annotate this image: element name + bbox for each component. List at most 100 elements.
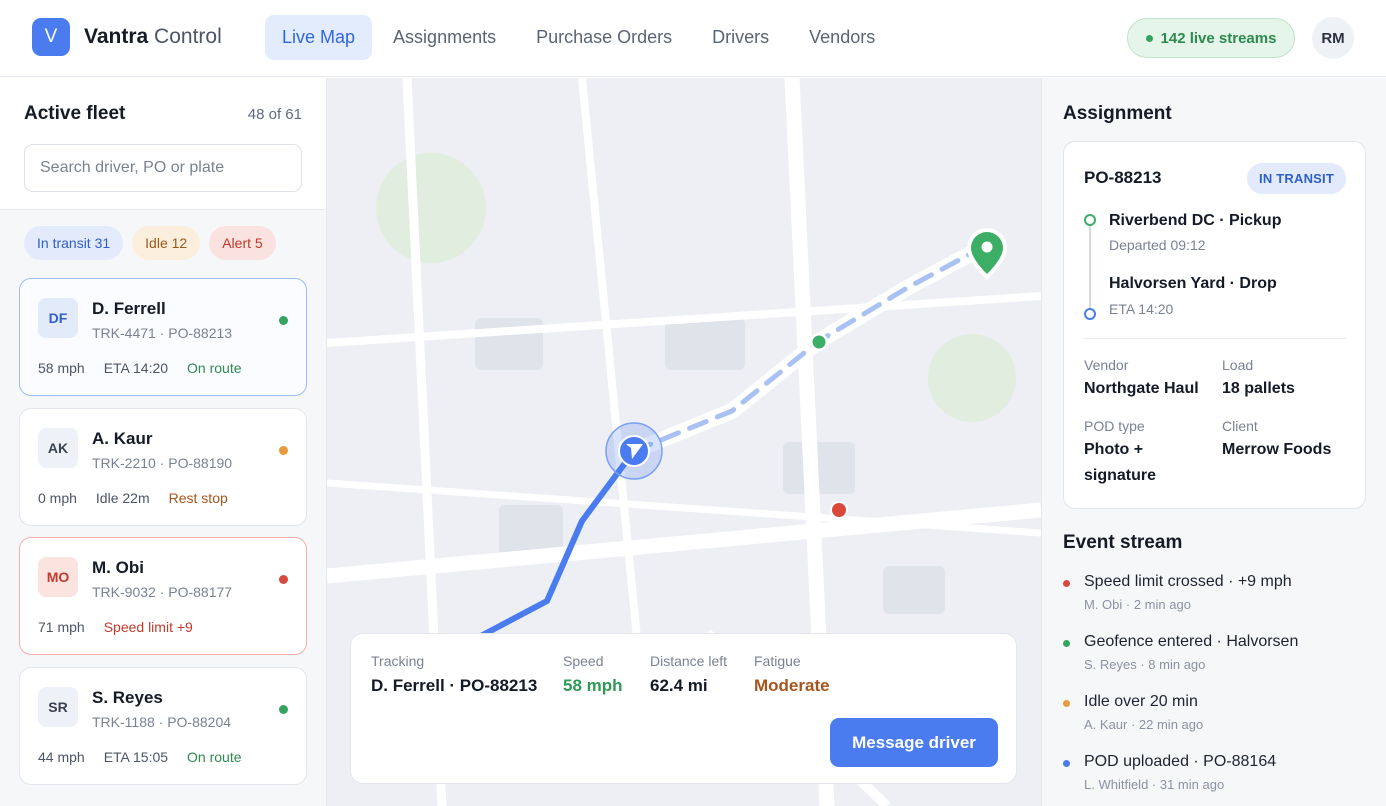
fatigue-field: Fatigue Moderate xyxy=(754,653,830,696)
driver-eta: Idle 22m xyxy=(95,490,150,506)
driver-meta: 44 mph ETA 15:05 On route xyxy=(38,749,261,765)
event-dot-icon xyxy=(1063,760,1070,767)
live-streams-label: 142 live streams xyxy=(1160,29,1277,47)
driver-name: A. Kaur xyxy=(92,429,153,448)
assignment-title: Assignment xyxy=(1063,103,1172,124)
driver-status: On route xyxy=(187,749,242,765)
driver-initials: SR xyxy=(38,687,78,727)
destination-pin-center xyxy=(981,241,993,253)
driver-truck-po: TRK-9032 · PO-88177 xyxy=(92,584,233,600)
pod-type-value-line: signature xyxy=(1084,467,1157,484)
status-dot-icon xyxy=(279,705,288,714)
tracking-card: Tracking D. Ferrell · PO-88213 Speed 58 … xyxy=(350,633,1017,784)
assignment-po-number: PO-88213 xyxy=(1084,168,1162,187)
driver-card[interactable]: AK A. Kaur TRK-2210 · PO-88190 0 mph Idl… xyxy=(19,408,307,526)
fatigue-value: Moderate xyxy=(754,676,830,695)
driver-initials: AK xyxy=(38,428,78,468)
driver-eta: ETA 14:20 xyxy=(103,360,169,376)
driver-card[interactable]: MO M. Obi TRK-9032 · PO-88177 71 mph Spe… xyxy=(19,537,307,655)
driver-initials: DF xyxy=(38,298,78,338)
event-meta: L. Whitfield · 31 min ago xyxy=(1084,777,1225,792)
pickup-stop-name: Riverbend DC · Pickup xyxy=(1109,212,1282,229)
logo-icon[interactable]: V xyxy=(32,18,70,56)
nav-purchase-orders[interactable]: Purchase Orders xyxy=(519,15,689,60)
filter-chip-alert[interactable]: Alert 5 xyxy=(209,226,276,260)
event-meta: S. Reyes · 8 min ago xyxy=(1084,657,1206,672)
alert-marker-icon[interactable] xyxy=(832,503,846,517)
status-dot-icon xyxy=(279,575,288,584)
nav-live-map[interactable]: Live Map xyxy=(265,15,373,60)
event-title: Geofence entered · Halvorsen xyxy=(1084,633,1299,650)
drop-stop-time: ETA 14:20 xyxy=(1109,301,1174,317)
user-avatar[interactable]: RM xyxy=(1312,17,1354,59)
client-label: Client xyxy=(1222,418,1258,434)
driver-status: Rest stop xyxy=(168,490,228,506)
driver-meta: 58 mph ETA 14:20 On route xyxy=(38,360,261,376)
pod-type-label: POD type xyxy=(1084,418,1145,434)
app-brand: Vantra Control xyxy=(84,25,222,49)
building-block xyxy=(499,505,563,555)
event-stream-title: Event stream xyxy=(1063,532,1183,553)
driver-speed: 0 mph xyxy=(38,490,77,506)
brand-name-bold: Vantra xyxy=(84,25,149,48)
route-timeline-line xyxy=(1089,224,1091,310)
status-badge: IN TRANSIT xyxy=(1247,163,1346,194)
details-panel: Assignment PO-88213 IN TRANSIT Riverbend… xyxy=(1041,78,1386,806)
driver-meta: 0 mph Idle 22m Rest stop xyxy=(38,490,247,506)
event-dot-icon xyxy=(1063,640,1070,647)
driver-speed: 44 mph xyxy=(38,749,85,765)
distance-field: Distance left 62.4 mi xyxy=(650,653,727,696)
main-nav: Live Map Assignments Purchase Orders Dri… xyxy=(265,15,896,60)
driver-meta: 71 mph Speed limit +9 xyxy=(38,619,212,635)
nav-assignments[interactable]: Assignments xyxy=(376,15,513,60)
fleet-filter-chips: In transit 31 Idle 12 Alert 5 xyxy=(24,226,276,260)
park-area xyxy=(376,153,486,263)
brand-name-light: Control xyxy=(154,25,222,48)
drop-dot-icon xyxy=(1084,308,1096,320)
distance-value: 62.4 mi xyxy=(650,676,708,695)
load-label: Load xyxy=(1222,357,1254,373)
fleet-search-input[interactable] xyxy=(24,144,302,192)
pickup-dot-icon xyxy=(1084,214,1096,226)
driver-eta: ETA 15:05 xyxy=(103,749,169,765)
fleet-count: 48 of 61 xyxy=(247,106,302,123)
tracking-field: Tracking D. Ferrell · PO-88213 xyxy=(371,653,537,696)
driver-truck-po: TRK-4471 · PO-88213 xyxy=(92,325,233,341)
nav-vendors[interactable]: Vendors xyxy=(792,15,892,60)
event-meta: A. Kaur · 22 min ago xyxy=(1084,717,1204,732)
status-dot-icon xyxy=(279,316,288,325)
event-title: Speed limit crossed · +9 mph xyxy=(1084,573,1292,590)
load-value: 18 pallets xyxy=(1222,380,1295,397)
nav-drivers[interactable]: Drivers xyxy=(695,15,786,60)
status-dot-icon xyxy=(279,446,288,455)
driver-status: Speed limit +9 xyxy=(103,619,193,635)
waypoint-icon[interactable] xyxy=(812,335,826,349)
speed-field: Speed 58 mph xyxy=(563,653,623,696)
pickup-stop-time: Departed 09:12 xyxy=(1109,237,1206,253)
event-meta: M. Obi · 2 min ago xyxy=(1084,597,1191,612)
speed-value: 58 mph xyxy=(563,676,623,695)
divider xyxy=(1084,338,1346,339)
driver-status: On route xyxy=(187,360,242,376)
driver-name: M. Obi xyxy=(92,558,144,577)
fleet-title: Active fleet xyxy=(24,103,126,124)
driver-card[interactable]: SR S. Reyes TRK-1188 · PO-88204 44 mph E… xyxy=(19,667,307,785)
fleet-panel: Active fleet 48 of 61 In transit 31 Idle… xyxy=(0,78,327,806)
assignment-card: PO-88213 IN TRANSIT Riverbend DC · Picku… xyxy=(1063,141,1366,509)
pod-type-value-line: Photo + xyxy=(1084,441,1144,458)
driver-truck-po: TRK-1188 · PO-88204 xyxy=(92,714,232,730)
event-dot-icon xyxy=(1063,580,1070,587)
filter-chip-in-transit[interactable]: In transit 31 xyxy=(24,226,124,260)
live-streams-badge[interactable]: 142 live streams xyxy=(1127,18,1295,58)
building-block xyxy=(665,318,745,370)
distance-label: Distance left xyxy=(650,653,728,669)
speed-label: Speed xyxy=(563,653,604,669)
drop-stop-name: Halvorsen Yard · Drop xyxy=(1109,275,1277,292)
message-driver-button[interactable]: Message driver xyxy=(830,718,998,767)
vendor-label: Vendor xyxy=(1084,357,1129,373)
filter-chip-idle[interactable]: Idle 12 xyxy=(132,226,201,260)
driver-card[interactable]: DF D. Ferrell TRK-4471 · PO-88213 58 mph… xyxy=(19,278,307,396)
client-value: Merrow Foods xyxy=(1222,441,1332,458)
fatigue-label: Fatigue xyxy=(754,653,801,669)
live-map[interactable]: Tracking D. Ferrell · PO-88213 Speed 58 … xyxy=(327,78,1041,806)
